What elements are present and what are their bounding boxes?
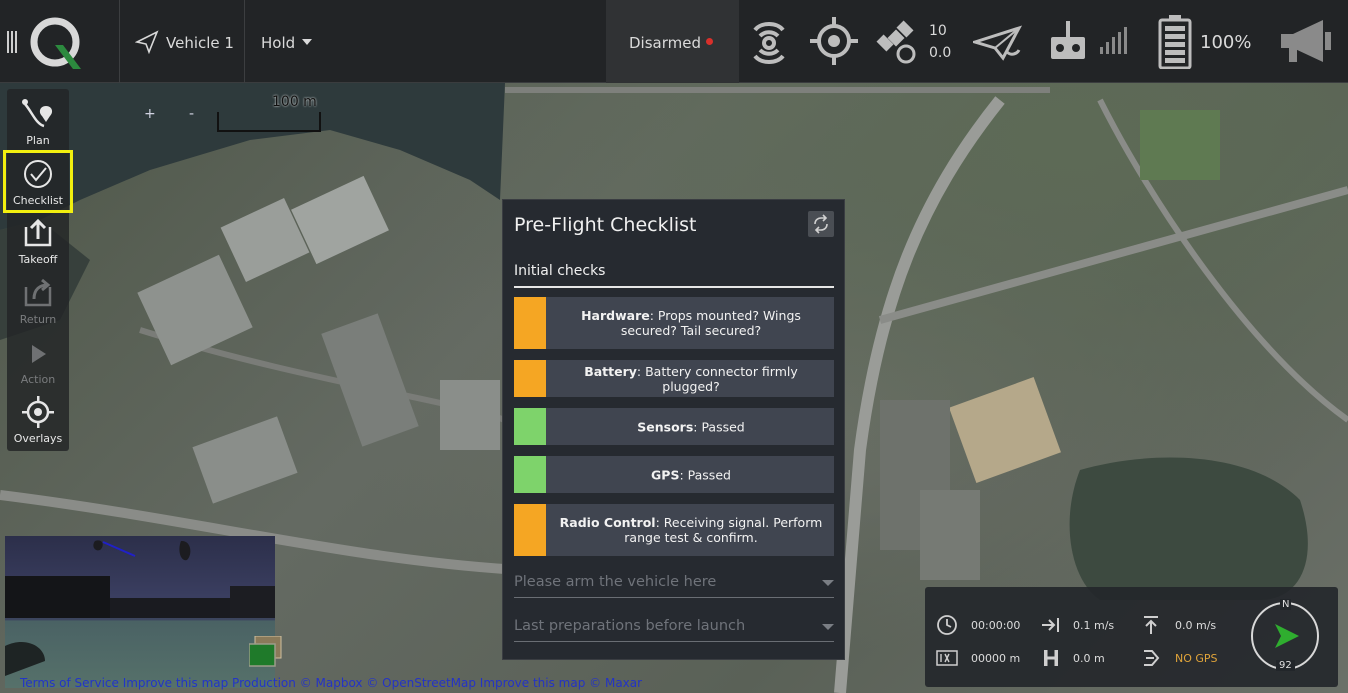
checklist-group-arm[interactable]: Please arm the vehicle here	[514, 570, 834, 598]
checklist-item-gps[interactable]: GPS: Passed	[514, 456, 834, 493]
tool-plan[interactable]: Plan	[7, 92, 69, 150]
tool-overlays-label: Overlays	[13, 432, 63, 445]
satellite-icon[interactable]	[874, 20, 924, 70]
status-indicator	[514, 408, 546, 445]
item-text: : Battery connector firmly plugged?	[636, 363, 798, 394]
takeoff-icon	[24, 218, 52, 247]
item-text: : Passed	[693, 419, 745, 434]
gps-satellite-count: 10	[929, 23, 947, 39]
qgc-logo[interactable]	[28, 17, 86, 71]
flight-time-value: 00:00:00	[971, 619, 1021, 632]
distance-icon	[936, 650, 958, 666]
tool-takeoff[interactable]: Takeoff	[7, 211, 69, 269]
status-indicator	[514, 360, 546, 397]
zoom-in-button[interactable]: +	[144, 106, 156, 122]
zoom-out-button[interactable]: -	[189, 106, 194, 122]
arm-status-label: Disarmed	[629, 34, 701, 52]
gps-hdop: 0.0	[929, 45, 952, 61]
climb-rate-icon	[1144, 616, 1158, 634]
item-name: Hardware	[581, 308, 650, 323]
item-name: Radio Control	[559, 515, 656, 530]
map-attribution[interactable]: Terms of Service Improve this map Produc…	[20, 676, 642, 690]
ground-speed-value: 0.1 m/s	[1073, 619, 1115, 632]
tool-action[interactable]: Action	[7, 331, 69, 389]
tool-strip: Plan Checklist Takeoff Return Action Ove…	[7, 89, 69, 451]
height-value: 0.0 m	[1073, 652, 1105, 665]
checklist-item-battery[interactable]: Battery: Battery connector firmly plugge…	[514, 360, 834, 397]
plan-icon	[22, 99, 53, 128]
play-icon	[32, 345, 46, 363]
signal-bars-icon	[1100, 27, 1127, 54]
item-name: Sensors	[637, 419, 694, 434]
rc-signal-icon[interactable]	[747, 18, 791, 68]
chevron-down-icon	[822, 624, 834, 630]
status-indicator	[514, 456, 546, 493]
chevron-down-icon	[822, 580, 834, 586]
compass-heading-value: 92	[1276, 660, 1295, 671]
gps-status-icon	[1144, 650, 1160, 666]
flight-mode-selector[interactable]: Hold	[261, 34, 295, 52]
compass-north-label: N	[1280, 599, 1292, 610]
target-icon[interactable]	[810, 17, 858, 65]
tool-return[interactable]: Return	[7, 271, 69, 329]
map-scale-label: 100 m	[272, 94, 317, 110]
tool-overlays[interactable]: Overlays	[7, 390, 69, 448]
checklist-item-hardware[interactable]: Hardware: Props mounted? Wings secured? …	[514, 297, 834, 349]
telemetry-icon[interactable]	[973, 24, 1023, 64]
heading-arrow-icon	[1275, 624, 1299, 648]
video-stream-window[interactable]	[5, 536, 275, 688]
checklist-item-sensors[interactable]: Sensors: Passed	[514, 408, 834, 445]
item-name: Battery	[584, 363, 637, 379]
status-indicator	[514, 504, 546, 556]
refresh-icon	[814, 214, 828, 234]
paper-plane-icon	[135, 30, 159, 54]
vehicle-selector[interactable]: Vehicle 1	[166, 34, 234, 52]
battery-percent: 100%	[1200, 32, 1252, 53]
preflight-checklist-panel: Pre-Flight Checklist Initial checks Hard…	[502, 199, 845, 660]
checklist-reset-button[interactable]	[808, 211, 834, 237]
climb-rate-value: 0.0 m/s	[1175, 619, 1217, 632]
group-label: Please arm the vehicle here	[514, 574, 717, 590]
group-underline	[514, 286, 834, 288]
ground-speed-icon	[1042, 618, 1059, 632]
video-frame	[5, 540, 275, 676]
tool-action-label: Action	[20, 373, 56, 386]
swap-view-icon[interactable]	[249, 636, 285, 668]
crosshair-icon	[22, 396, 54, 428]
map-scale-bar	[217, 112, 321, 132]
chevron-down-icon	[302, 39, 312, 45]
checklist-group-initial[interactable]: Initial checks	[514, 263, 605, 279]
checklist-title: Pre-Flight Checklist	[514, 214, 697, 236]
checklist-group-launch[interactable]: Last preparations before launch	[514, 614, 834, 642]
clock-icon	[937, 615, 957, 635]
group-label: Last preparations before launch	[514, 618, 746, 634]
arm-status-indicator	[706, 38, 713, 45]
top-toolbar: Vehicle 1 Hold Disarmed 10 0.0 100%	[0, 0, 1348, 83]
return-icon	[24, 278, 52, 307]
battery-icon[interactable]	[1158, 15, 1192, 69]
gps-status-value: NO GPS	[1175, 652, 1218, 665]
status-indicator	[514, 297, 546, 349]
joystick-icon[interactable]	[1049, 21, 1089, 61]
megaphone-icon[interactable]	[1279, 18, 1333, 66]
distance-value: 00000 m	[971, 652, 1021, 665]
tool-plan-label: Plan	[26, 134, 50, 147]
tool-takeoff-label: Takeoff	[18, 253, 58, 266]
height-icon	[1044, 650, 1058, 666]
item-name: GPS	[651, 467, 680, 482]
menu-icon[interactable]	[7, 31, 19, 53]
checklist-item-radio-control[interactable]: Radio Control: Receiving signal. Perform…	[514, 504, 834, 556]
item-text: : Passed	[679, 467, 731, 482]
checklist-highlight-box	[3, 150, 73, 213]
tool-return-label: Return	[19, 313, 57, 326]
